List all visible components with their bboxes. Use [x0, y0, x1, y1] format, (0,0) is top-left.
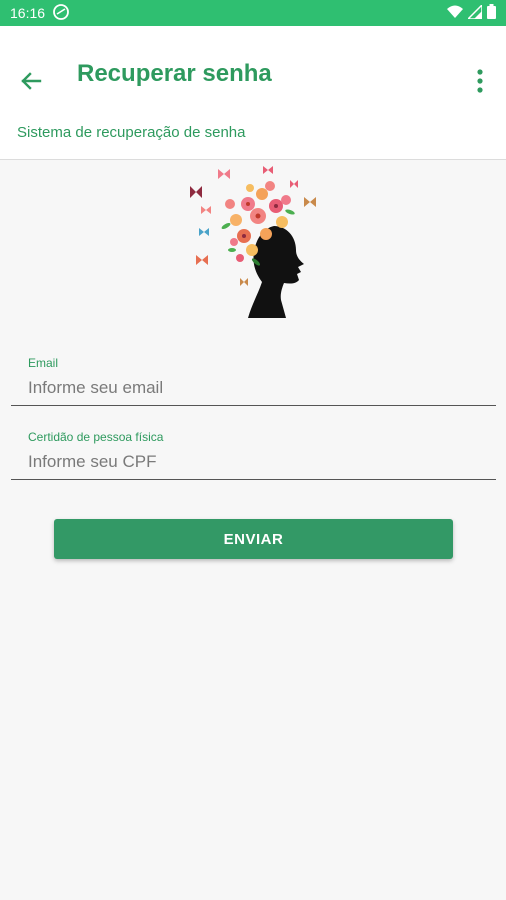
app-bar: Recuperar senha Sistema de recuperação d…: [0, 26, 506, 160]
sync-icon: [53, 3, 69, 23]
status-time: 16:16: [10, 5, 46, 21]
status-bar: 16:16: [0, 0, 506, 26]
cpf-label: Certidão de pessoa física: [28, 430, 164, 444]
send-button[interactable]: ENVIAR: [54, 519, 453, 559]
signal-icon: [466, 2, 483, 22]
more-vert-icon: [477, 68, 483, 98]
back-button[interactable]: [14, 66, 48, 100]
wifi-icon: [447, 5, 463, 22]
page-title: Recuperar senha: [77, 60, 272, 87]
battery-icon: [487, 4, 496, 22]
back-arrow-icon: [20, 70, 42, 97]
overflow-menu-button[interactable]: [468, 66, 492, 100]
email-field-group: Email: [11, 356, 496, 408]
cpf-input[interactable]: [11, 444, 496, 480]
floral-silhouette-logo: [186, 164, 322, 322]
cpf-field-group: Certidão de pessoa física: [11, 430, 496, 482]
email-input[interactable]: [11, 370, 496, 406]
email-label: Email: [28, 356, 59, 370]
page-subtitle: Sistema de recuperação de senha: [17, 124, 246, 141]
